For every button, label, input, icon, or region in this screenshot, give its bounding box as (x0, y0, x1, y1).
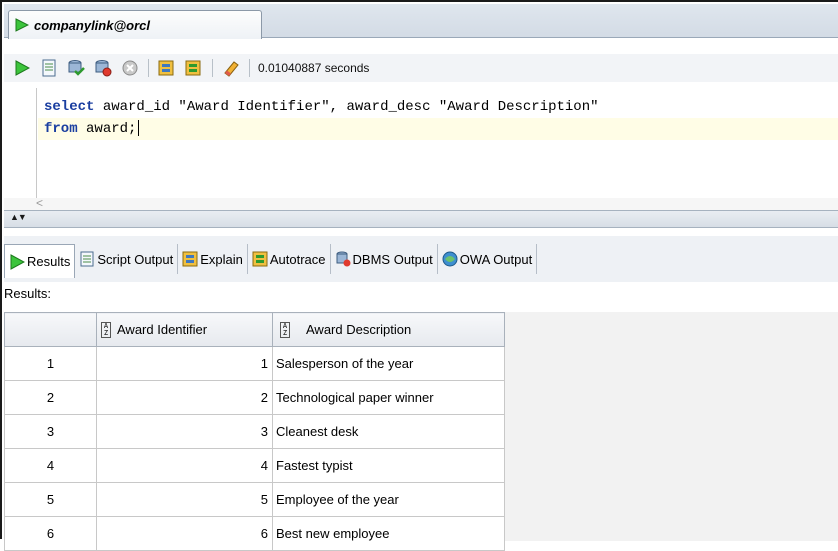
row-number: 6 (4, 516, 97, 551)
cancel-button[interactable] (118, 57, 142, 79)
code-text: award; (77, 121, 137, 137)
cell-award-id[interactable]: 4 (96, 448, 273, 483)
code-text: award_id "Award Identifier", award_desc … (94, 99, 599, 115)
commit-button[interactable] (64, 57, 88, 79)
text-type-icon: AZ (280, 321, 290, 338)
tab-label: Autotrace (269, 251, 326, 267)
tab-results[interactable]: Results (4, 244, 76, 278)
sql-worksheet-window: companylink@orcl 0.01040887 seconds sele… (0, 0, 838, 551)
elapsed-time: 0.01040887 seconds (258, 61, 370, 75)
toolbar-separator (212, 59, 213, 77)
code-line-2: from award; (44, 118, 599, 140)
cell-award-desc[interactable]: Fastest typist (272, 448, 505, 483)
tab-label: Results (27, 254, 71, 269)
table-row[interactable]: 3 3 Cleanest desk (4, 414, 505, 449)
row-number: 1 (4, 346, 97, 381)
run-icon (15, 18, 29, 32)
tab-owa-output[interactable]: OWA Output (438, 244, 538, 274)
owa-icon (442, 251, 458, 267)
clear-button[interactable] (219, 57, 243, 79)
scroll-left-icon[interactable]: < (36, 196, 43, 210)
row-number-header (4, 312, 97, 347)
row-number: 4 (4, 448, 97, 483)
autotrace-button[interactable] (182, 57, 206, 79)
toolbar-separator (148, 59, 149, 77)
tab-label: DBMS Output (352, 251, 433, 267)
results-grid[interactable]: A Z Award Identifier A Z Award Description 1… (4, 312, 505, 551)
grid-header-row: A Z Award Identifier A Z Award Description (4, 312, 505, 347)
text-caret (138, 120, 140, 137)
row-number: 3 (4, 414, 97, 449)
eraser-icon (224, 61, 239, 77)
editor-gutter (36, 88, 37, 202)
results-tab-bar: Results Script Output Explain Autotrace … (4, 236, 838, 282)
dbms-icon (336, 251, 351, 267)
cell-award-id[interactable]: 2 (96, 380, 273, 415)
autotrace-icon (185, 60, 201, 76)
cell-award-desc[interactable]: Cleanest desk (272, 414, 505, 449)
code-line-1: select award_id "Award Identifier", awar… (44, 96, 599, 118)
tab-dbms-output[interactable]: DBMS Output (331, 244, 438, 274)
play-icon (10, 253, 25, 270)
toolbar-separator (249, 59, 250, 77)
cell-award-desc[interactable]: Best new employee (272, 516, 505, 551)
table-row[interactable]: 4 4 Fastest typist (4, 448, 505, 483)
tab-label: OWA Output (459, 251, 533, 267)
table-row[interactable]: 2 2 Technological paper winner (4, 380, 505, 415)
column-header-award-identifier[interactable]: A Z Award Identifier (96, 312, 273, 347)
worksheet-tab-title: companylink@orcl (34, 17, 150, 33)
play-icon (15, 60, 30, 76)
commit-icon (68, 60, 85, 76)
run-script-button[interactable] (37, 57, 61, 79)
column-header-label: Award Description (306, 322, 412, 337)
pane-splitter[interactable]: ▲▼ (4, 210, 838, 228)
table-row[interactable]: 6 6 Best new employee (4, 516, 505, 551)
run-statement-button[interactable] (10, 57, 34, 79)
tab-script-output[interactable]: Script Output (75, 244, 179, 274)
sql-editor[interactable]: select award_id "Award Identifier", awar… (4, 88, 838, 202)
keyword-select: select (44, 99, 95, 115)
cell-award-id[interactable]: 6 (96, 516, 273, 551)
cell-award-desc[interactable]: Employee of the year (272, 482, 505, 517)
autotrace-icon (252, 251, 268, 267)
splitter-arrows-icon[interactable]: ▲▼ (10, 212, 27, 222)
worksheet-toolbar: 0.01040887 seconds (4, 54, 838, 82)
row-number: 2 (4, 380, 97, 415)
grid-empty-area (504, 312, 838, 541)
rollback-icon (95, 60, 112, 77)
column-header-label: Award Identifier (117, 322, 208, 337)
explain-icon (182, 251, 198, 267)
text-type-icon: AZ (101, 321, 111, 338)
sql-code[interactable]: select award_id "Award Identifier", awar… (44, 96, 599, 140)
row-number: 5 (4, 482, 97, 517)
column-header-award-description[interactable]: A Z Award Description (272, 312, 505, 347)
explain-icon (158, 60, 174, 76)
table-row[interactable]: 5 5 Employee of the year (4, 482, 505, 517)
cell-award-id[interactable]: 5 (96, 482, 273, 517)
tab-explain[interactable]: Explain (178, 244, 248, 274)
cell-award-id[interactable]: 3 (96, 414, 273, 449)
cell-award-desc[interactable]: Technological paper winner (272, 380, 505, 415)
cancel-icon (122, 60, 138, 76)
script-icon (80, 251, 94, 267)
tab-label: Script Output (97, 251, 174, 267)
cell-award-desc[interactable]: Salesperson of the year (272, 346, 505, 381)
results-label: Results: (4, 286, 51, 301)
tab-label: Explain (200, 251, 243, 267)
script-icon (42, 59, 56, 77)
tab-autotrace[interactable]: Autotrace (248, 244, 331, 274)
editor-horizontal-scrollbar[interactable]: < (4, 196, 838, 210)
cell-award-id[interactable]: 1 (96, 346, 273, 381)
explain-plan-button[interactable] (155, 57, 179, 79)
rollback-button[interactable] (91, 57, 115, 79)
table-row[interactable]: 1 1 Salesperson of the year (4, 346, 505, 381)
worksheet-tab[interactable]: companylink@orcl (8, 10, 262, 39)
keyword-from: from (44, 121, 78, 137)
document-tab-strip: companylink@orcl (4, 4, 838, 39)
